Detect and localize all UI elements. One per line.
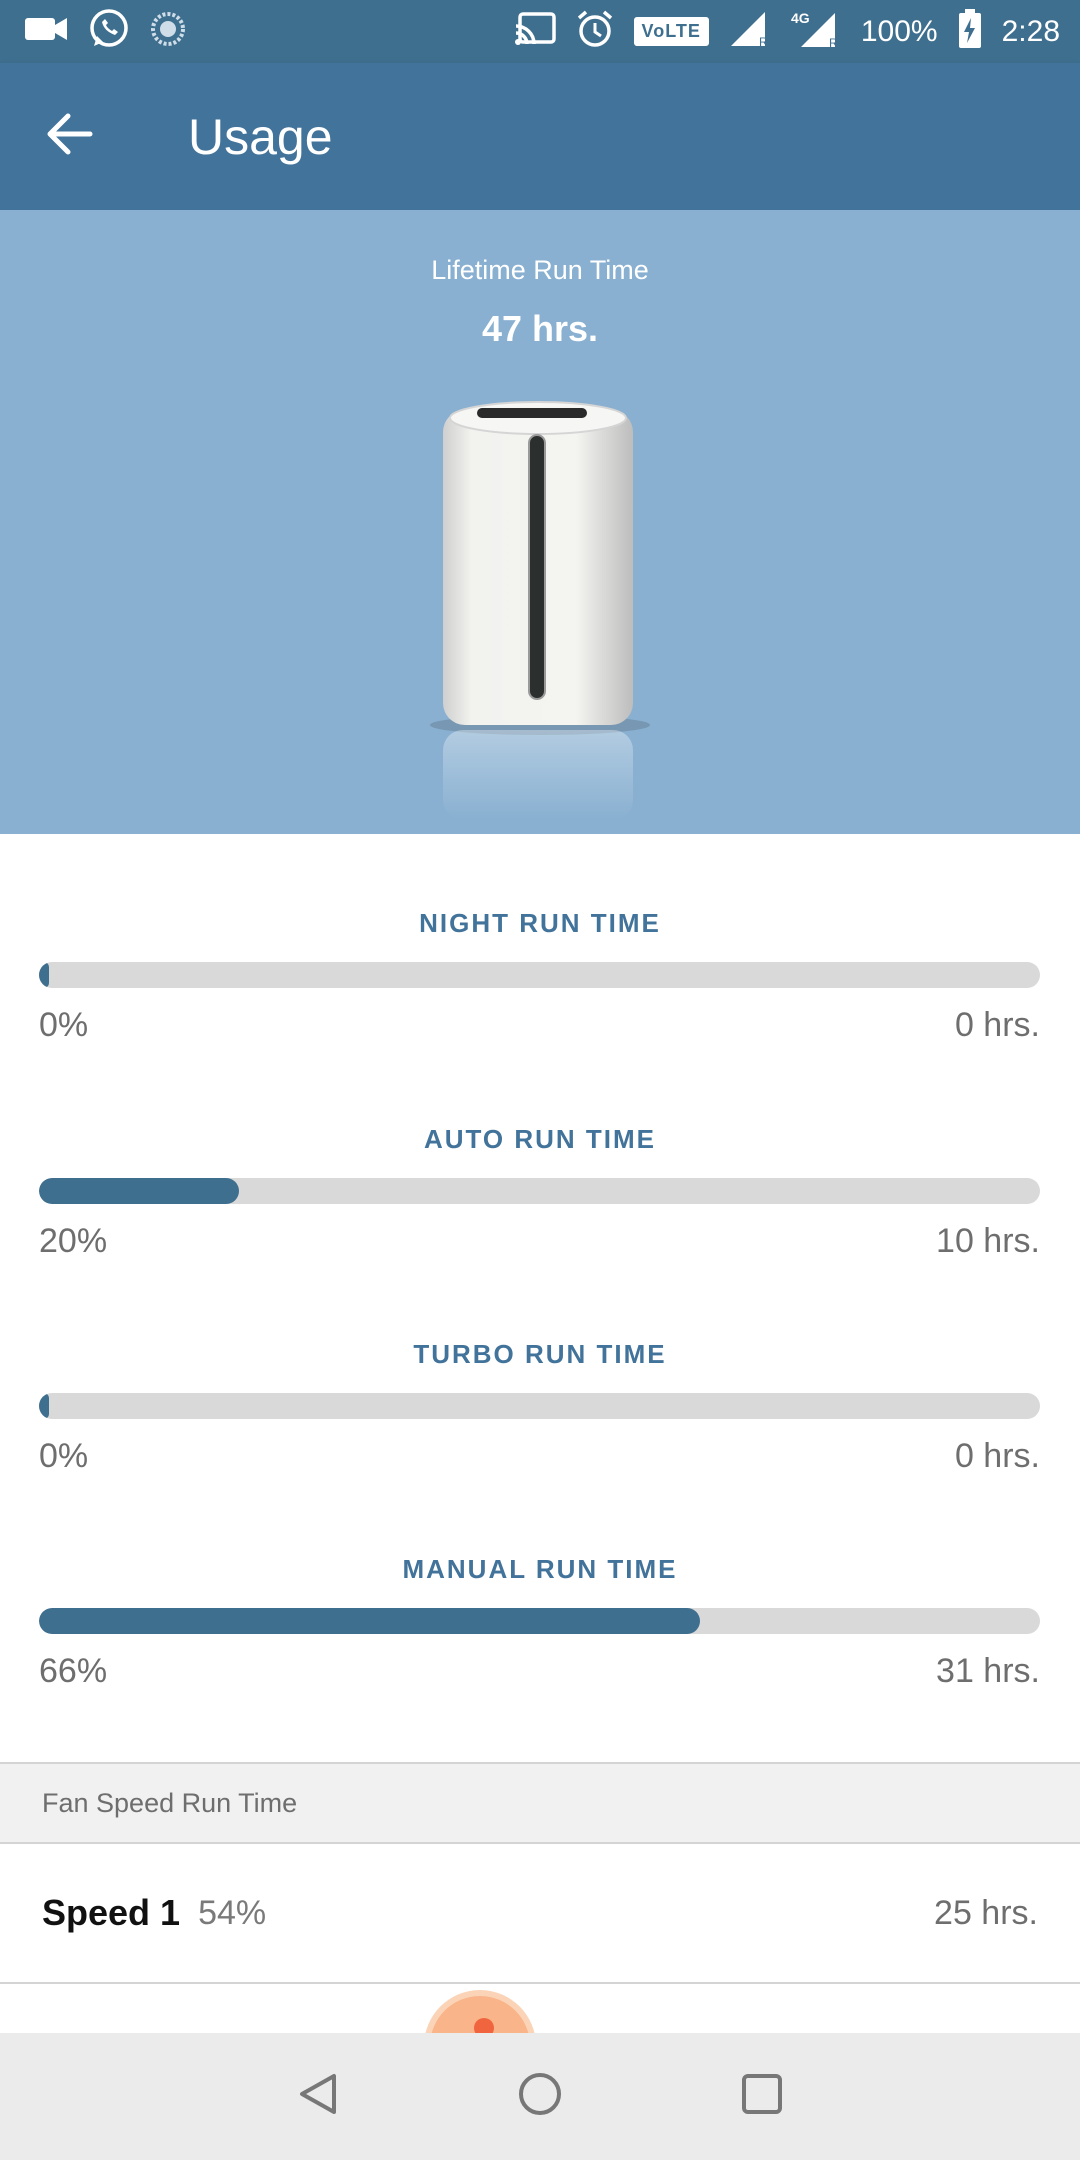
metric-percent: 0% <box>39 1006 89 1044</box>
signal-icon: R <box>729 10 771 53</box>
status-bar-right: VoLTE R 4G R 100% 2:28 <box>514 9 1060 54</box>
lifetime-label: Lifetime Run Time <box>431 255 649 285</box>
video-camera-icon <box>24 14 68 49</box>
fan-speed-header: Fan Speed Run Time <box>0 1762 1080 1844</box>
progress-track <box>39 1178 1040 1204</box>
speed-percent: 54% <box>198 1893 267 1932</box>
back-triangle-icon <box>294 2070 342 2123</box>
metric-hours: 31 hrs. <box>936 1652 1040 1690</box>
night-run-time: NIGHT RUN TIME 0% 0 hrs. <box>0 908 1080 1108</box>
progress-fill <box>39 962 49 988</box>
signal-4g-icon: 4G R <box>791 9 841 54</box>
metric-percent: 66% <box>39 1652 108 1690</box>
progress-fill <box>39 1608 700 1634</box>
progress-track <box>39 962 1040 988</box>
nav-recents-button[interactable] <box>726 2061 798 2133</box>
progress-fill <box>39 1393 49 1419</box>
speed-name: Speed 1 <box>42 1892 181 1933</box>
run-time-breakdown: NIGHT RUN TIME 0% 0 hrs. AUTO RUN TIME 2… <box>0 834 1080 1762</box>
arrow-left-icon <box>46 112 94 161</box>
battery-percent: 100% <box>860 14 938 48</box>
volte-badge: VoLTE <box>633 17 709 46</box>
metric-percent: 20% <box>39 1222 108 1260</box>
nav-home-button[interactable] <box>504 2061 576 2133</box>
metric-title: MANUAL RUN TIME <box>402 1554 678 1584</box>
recents-square-icon <box>738 2070 786 2123</box>
svg-text:R: R <box>759 35 768 48</box>
progress-track <box>39 1393 1040 1419</box>
status-bar: VoLTE R 4G R 100% 2:28 <box>0 0 1080 63</box>
metric-title: TURBO RUN TIME <box>413 1339 667 1369</box>
svg-text:R: R <box>829 36 838 49</box>
metric-hours: 0 hrs. <box>954 1006 1040 1044</box>
home-circle-icon <box>516 2070 564 2123</box>
page-title: Usage <box>188 108 333 165</box>
manual-run-time: MANUAL RUN TIME 66% 31 hrs. <box>0 1554 1080 1754</box>
metric-hours: 10 hrs. <box>936 1222 1040 1260</box>
auto-run-time: AUTO RUN TIME 20% 10 hrs. <box>0 1124 1080 1324</box>
metric-percent: 0% <box>39 1437 89 1475</box>
progress-fill <box>39 1178 240 1204</box>
system-nav-bar <box>0 2033 1080 2160</box>
app-bar: Usage <box>0 63 1080 210</box>
air-purifier-image <box>415 390 665 834</box>
speed-hours: 25 hrs. <box>934 1893 1038 1932</box>
svg-text:4G: 4G <box>791 10 810 26</box>
whatsapp-icon <box>88 8 130 55</box>
nav-back-button[interactable] <box>282 2061 354 2133</box>
metric-title: AUTO RUN TIME <box>423 1124 657 1154</box>
battery-charging-icon <box>958 9 982 54</box>
progress-track <box>39 1608 1040 1634</box>
lifetime-hero: Lifetime Run Time 47 hrs. <box>0 210 1080 834</box>
back-button[interactable] <box>30 97 110 177</box>
alarm-icon <box>576 10 614 53</box>
metric-hours: 0 hrs. <box>954 1437 1040 1475</box>
lifetime-value: 47 hrs. <box>481 308 599 349</box>
cast-icon <box>514 12 556 51</box>
status-bar-left <box>24 8 186 55</box>
turbo-run-time: TURBO RUN TIME 0% 0 hrs. <box>0 1339 1080 1539</box>
list-item-speed-1[interactable]: Speed 1 54% 25 hrs. <box>0 1844 1080 1984</box>
clock: 2:28 <box>1001 14 1060 48</box>
sync-icon <box>150 11 186 52</box>
metric-title: NIGHT RUN TIME <box>419 908 661 938</box>
